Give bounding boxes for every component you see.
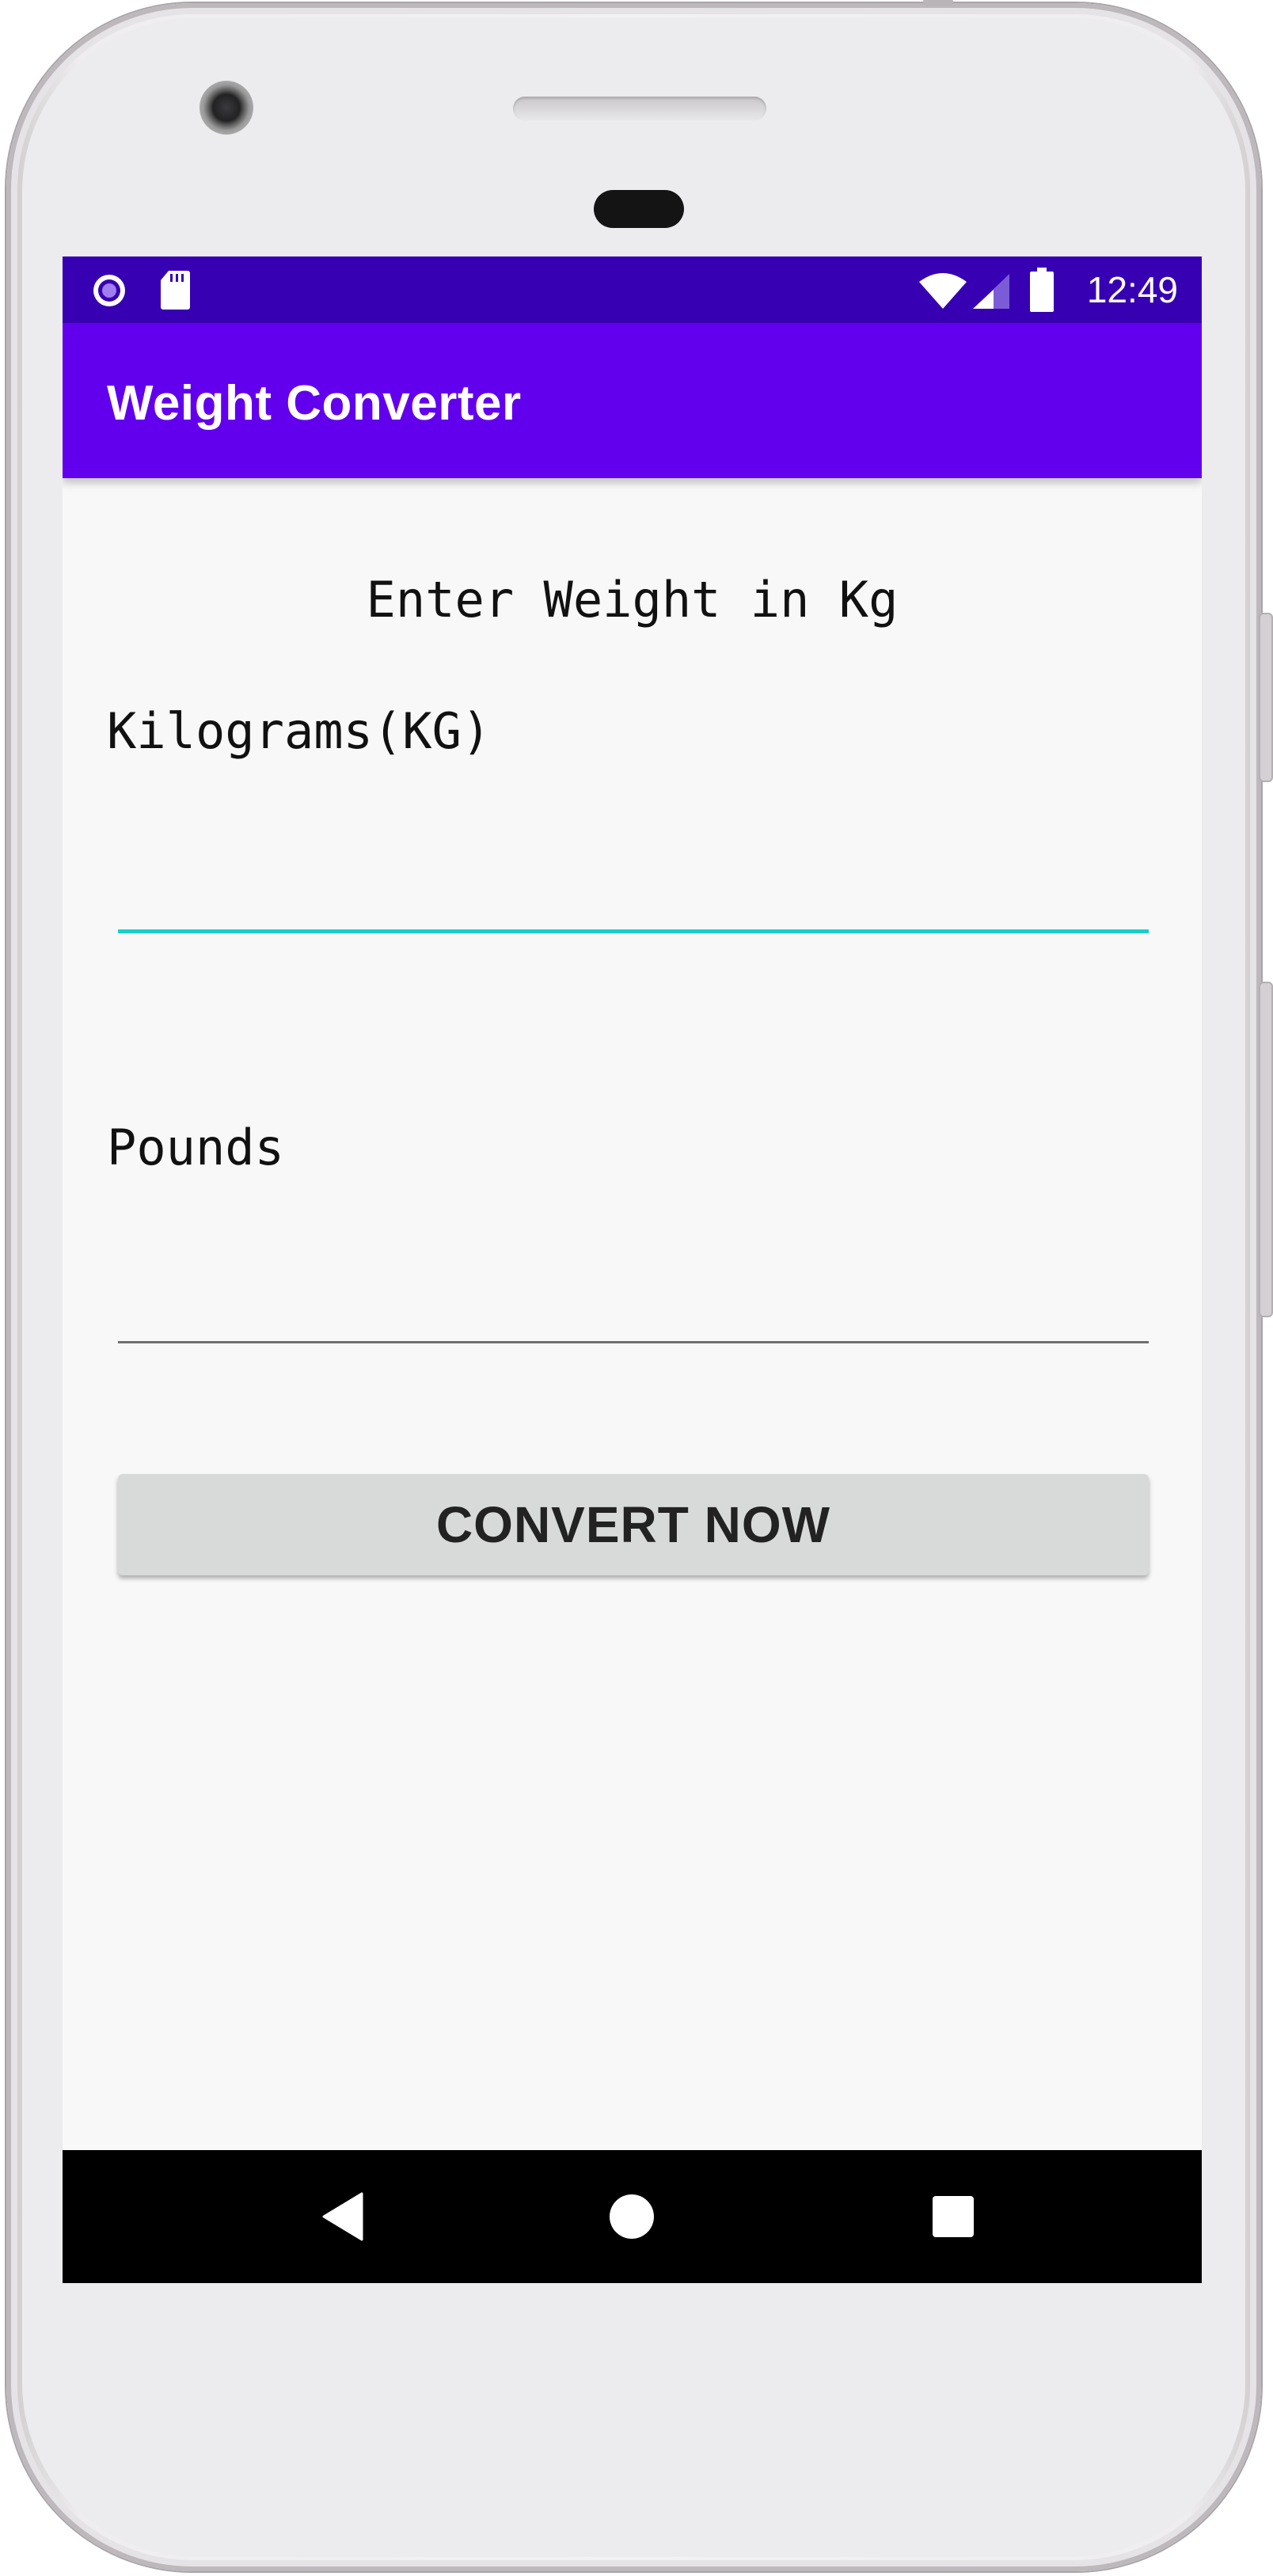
power-button xyxy=(1259,613,1273,782)
app-bar: Weight Converter xyxy=(63,323,1202,478)
back-icon[interactable] xyxy=(310,2183,376,2250)
home-icon[interactable] xyxy=(598,2183,665,2250)
volume-button xyxy=(1259,982,1273,1317)
system-nav-bar xyxy=(63,2150,1202,2283)
convert-now-button[interactable]: CONVERT NOW xyxy=(118,1474,1149,1575)
front-camera xyxy=(200,81,253,135)
app-title: Weight Converter xyxy=(107,376,522,431)
sd-card-icon xyxy=(159,269,191,314)
app-screen: 12:49 Weight Converter Enter Weight in K… xyxy=(63,256,1202,2283)
proximity-sensor xyxy=(594,190,684,228)
cell-signal-icon xyxy=(971,272,1011,314)
pounds-label: Pounds xyxy=(107,1119,284,1176)
status-clock: 12:49 xyxy=(1086,269,1178,310)
media-record-icon xyxy=(91,272,127,313)
recents-icon[interactable] xyxy=(920,2183,986,2250)
status-bar: 12:49 xyxy=(63,256,1202,323)
wifi-icon xyxy=(918,272,968,314)
pounds-input[interactable] xyxy=(118,1246,1149,1343)
kilograms-label: Kilograms(KG) xyxy=(107,702,492,760)
battery-icon xyxy=(1030,268,1054,316)
earpiece-speaker xyxy=(513,97,766,120)
top-button xyxy=(923,0,953,6)
page-heading: Enter Weight in Kg xyxy=(366,571,899,629)
kilograms-input[interactable] xyxy=(118,834,1149,933)
